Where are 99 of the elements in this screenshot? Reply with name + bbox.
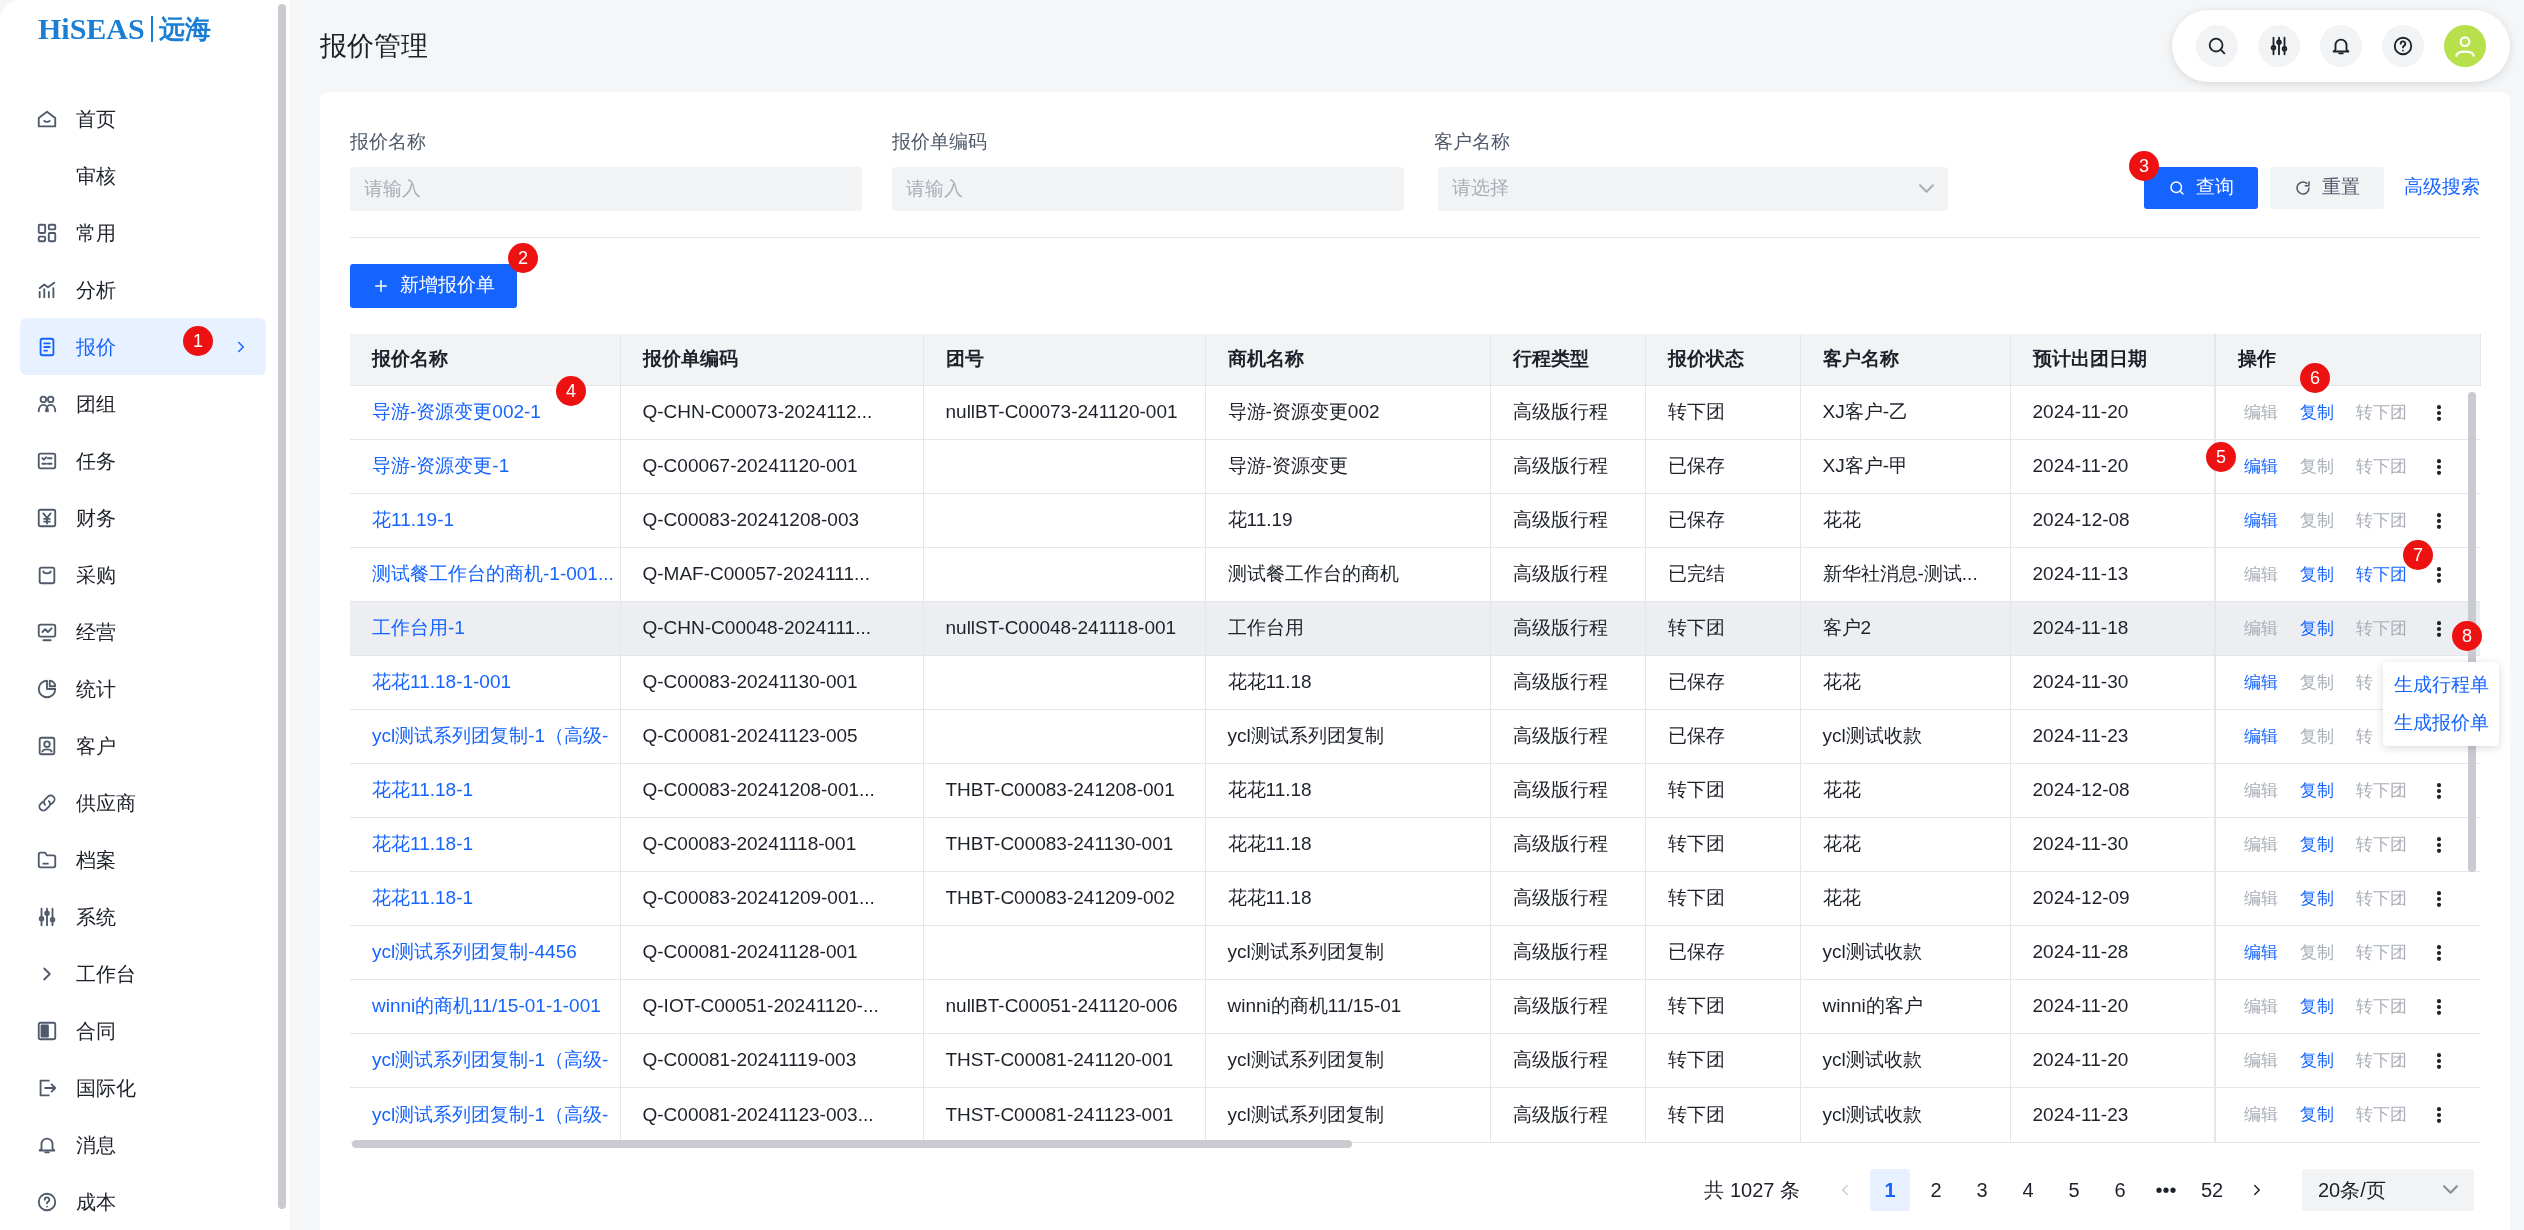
table-cell: 转下团 bbox=[1667, 887, 1725, 909]
table-cell: 2024-11-30 bbox=[2032, 833, 2129, 855]
logo-brand: HiSEAS bbox=[38, 14, 145, 44]
table-cell: 转下团 bbox=[1667, 401, 1725, 423]
table-cell: 2024-11-18 bbox=[2032, 617, 2129, 639]
table-cell: THBT-C00083-241208-001 bbox=[945, 779, 1175, 801]
table-cell: nullST-C00048-241118-001 bbox=[945, 617, 1177, 639]
table-cell: 花花11.18 bbox=[1227, 833, 1312, 855]
table-cell: 花花 bbox=[1822, 671, 1861, 693]
table-cell: 高级版行程 bbox=[1512, 779, 1608, 801]
table-cell: 花花11.18 bbox=[1227, 671, 1312, 693]
table-cell: ycl测试系列团复制 bbox=[1227, 941, 1384, 963]
table-cell: 2024-11-30 bbox=[2032, 671, 2129, 693]
table-cell: 2024-11-23 bbox=[2032, 1103, 2129, 1125]
table-cell: ycl测试系列团复制 bbox=[1227, 1049, 1384, 1071]
table-cell: 转下团 bbox=[1667, 833, 1725, 855]
table-cell: ycl测试收款 bbox=[1822, 1049, 1922, 1071]
table-cell: Q-C00083-20241208-003 bbox=[642, 509, 860, 531]
table-cell: Q-MAF-C00057-2024111... bbox=[642, 563, 870, 585]
table-cell: Q-C00083-20241209-001... bbox=[642, 887, 875, 909]
table-cell: Q-C00081-20241119-003 bbox=[642, 1049, 857, 1071]
table-cell: 2024-11-20 bbox=[2032, 1049, 2129, 1071]
table-cell: 高级版行程 bbox=[1512, 563, 1608, 585]
filter-label: 客户名称 bbox=[1434, 130, 1511, 154]
table-cell: 花花 bbox=[1822, 833, 1861, 855]
table-cell: THBT-C00083-241130-001 bbox=[945, 833, 1174, 855]
table-cell: 已保存 bbox=[1667, 671, 1725, 693]
table-cell: Q-C00081-20241128-001 bbox=[642, 941, 858, 963]
table-cell: 高级版行程 bbox=[1512, 401, 1608, 423]
table-cell: 工作台用 bbox=[1227, 617, 1304, 639]
logo-chinese: 远海 bbox=[158, 16, 211, 42]
table-cell: 已保存 bbox=[1667, 725, 1725, 747]
table-cell: 2024-11-20 bbox=[2032, 401, 2129, 423]
table-cell: 花花 bbox=[1822, 509, 1861, 531]
table-cell: 高级版行程 bbox=[1512, 725, 1608, 747]
table-cell: 花花 bbox=[1822, 887, 1861, 909]
table-cell: 高级版行程 bbox=[1512, 1049, 1608, 1071]
table-cell: 客户2 bbox=[1822, 617, 1872, 639]
table-cell: 已保存 bbox=[1667, 455, 1725, 477]
table-cell: 高级版行程 bbox=[1512, 1103, 1608, 1125]
table-cell: 转下团 bbox=[1667, 617, 1725, 639]
table-cell: THBT-C00083-241209-002 bbox=[945, 887, 1175, 909]
table-cell: 花花11.18 bbox=[1227, 779, 1312, 801]
table-cell: 2024-11-23 bbox=[2032, 725, 2129, 747]
filter-label: 报价单编码 bbox=[892, 130, 988, 154]
table-cell: Q-C00083-20241118-001 bbox=[642, 833, 857, 855]
page-title: 报价管理 bbox=[320, 29, 428, 63]
table-cell: 2024-11-20 bbox=[2032, 995, 2129, 1017]
table-cell: 高级版行程 bbox=[1512, 455, 1608, 477]
table-cell: Q-C00083-20241130-001 bbox=[642, 671, 858, 693]
table-cell: 花花 bbox=[1822, 779, 1861, 801]
table-cell: 导游-资源变更 bbox=[1227, 455, 1348, 477]
table-cell: 花11.19 bbox=[1227, 509, 1293, 531]
table-cell: 转下团 bbox=[1667, 995, 1725, 1017]
table-cell: ycl测试系列团复制 bbox=[1227, 725, 1384, 747]
table-cell: 2024-11-13 bbox=[2032, 563, 2129, 585]
table-cell: winni的商机11/15-01 bbox=[1227, 995, 1402, 1017]
table-cell: 转下团 bbox=[1667, 1049, 1725, 1071]
table-cell: 已保存 bbox=[1667, 941, 1725, 963]
table-cell: 花花11.18 bbox=[1227, 887, 1312, 909]
table-cell: 测试餐工作台的商机 bbox=[1227, 563, 1399, 585]
table-cell: Q-C00081-20241123-005 bbox=[642, 725, 858, 747]
table-cell: 新华社消息-测试... bbox=[1822, 563, 1978, 585]
table-cell: 2024-11-20 bbox=[2032, 455, 2129, 477]
filter-label: 报价名称 bbox=[350, 130, 427, 154]
table-cell: Q-CHN-C00048-2024111... bbox=[642, 617, 871, 639]
table-cell: 2024-12-08 bbox=[2032, 509, 2130, 531]
table-cell: 高级版行程 bbox=[1512, 833, 1608, 855]
table-cell: XJ客户-甲 bbox=[1822, 455, 1908, 477]
table-cell: 高级版行程 bbox=[1512, 617, 1608, 639]
table-cell: 转下团 bbox=[1667, 779, 1725, 801]
table-cell: 已完结 bbox=[1667, 563, 1725, 585]
table-cell: 2024-11-28 bbox=[2032, 941, 2129, 963]
table-cell: Q-C00081-20241123-003... bbox=[642, 1103, 874, 1125]
table-cell: winni的客户 bbox=[1822, 995, 1923, 1017]
table-cell: nullBT-C00051-241120-006 bbox=[945, 995, 1178, 1017]
table-cell: THST-C00081-241123-001 bbox=[945, 1103, 1174, 1125]
table-cell: Q-C00067-20241120-001 bbox=[642, 455, 858, 477]
table-cell: 高级版行程 bbox=[1512, 671, 1608, 693]
table-cell: Q-CHN-C00073-2024112... bbox=[642, 401, 873, 423]
table-cell: 转下团 bbox=[1667, 1103, 1725, 1125]
total-count: 共 1027 条 bbox=[1704, 1177, 1800, 1203]
table-cell: 高级版行程 bbox=[1512, 995, 1608, 1017]
table-cell: nullBT-C00073-241120-001 bbox=[945, 401, 1178, 423]
table-cell: ycl测试收款 bbox=[1822, 941, 1922, 963]
table-cell: 高级版行程 bbox=[1512, 509, 1608, 531]
table-cell: THST-C00081-241120-001 bbox=[945, 1049, 1174, 1071]
table-cell: 导游-资源变更002 bbox=[1227, 401, 1380, 423]
table-cell: 2024-12-08 bbox=[2032, 779, 2130, 801]
table-cell: 高级版行程 bbox=[1512, 941, 1608, 963]
table-cell: XJ客户-乙 bbox=[1822, 401, 1908, 423]
table-cell: ycl测试收款 bbox=[1822, 725, 1922, 747]
table-cell: ycl测试收款 bbox=[1822, 1103, 1922, 1125]
table-cell: ycl测试系列团复制 bbox=[1227, 1103, 1384, 1125]
table-cell: Q-C00083-20241208-001... bbox=[642, 779, 875, 801]
table-cell: 高级版行程 bbox=[1512, 887, 1608, 909]
table-cell: 已保存 bbox=[1667, 509, 1725, 531]
table-cell: 2024-12-09 bbox=[2032, 887, 2130, 909]
table-cell: Q-IOT-C00051-20241120-... bbox=[642, 995, 879, 1017]
